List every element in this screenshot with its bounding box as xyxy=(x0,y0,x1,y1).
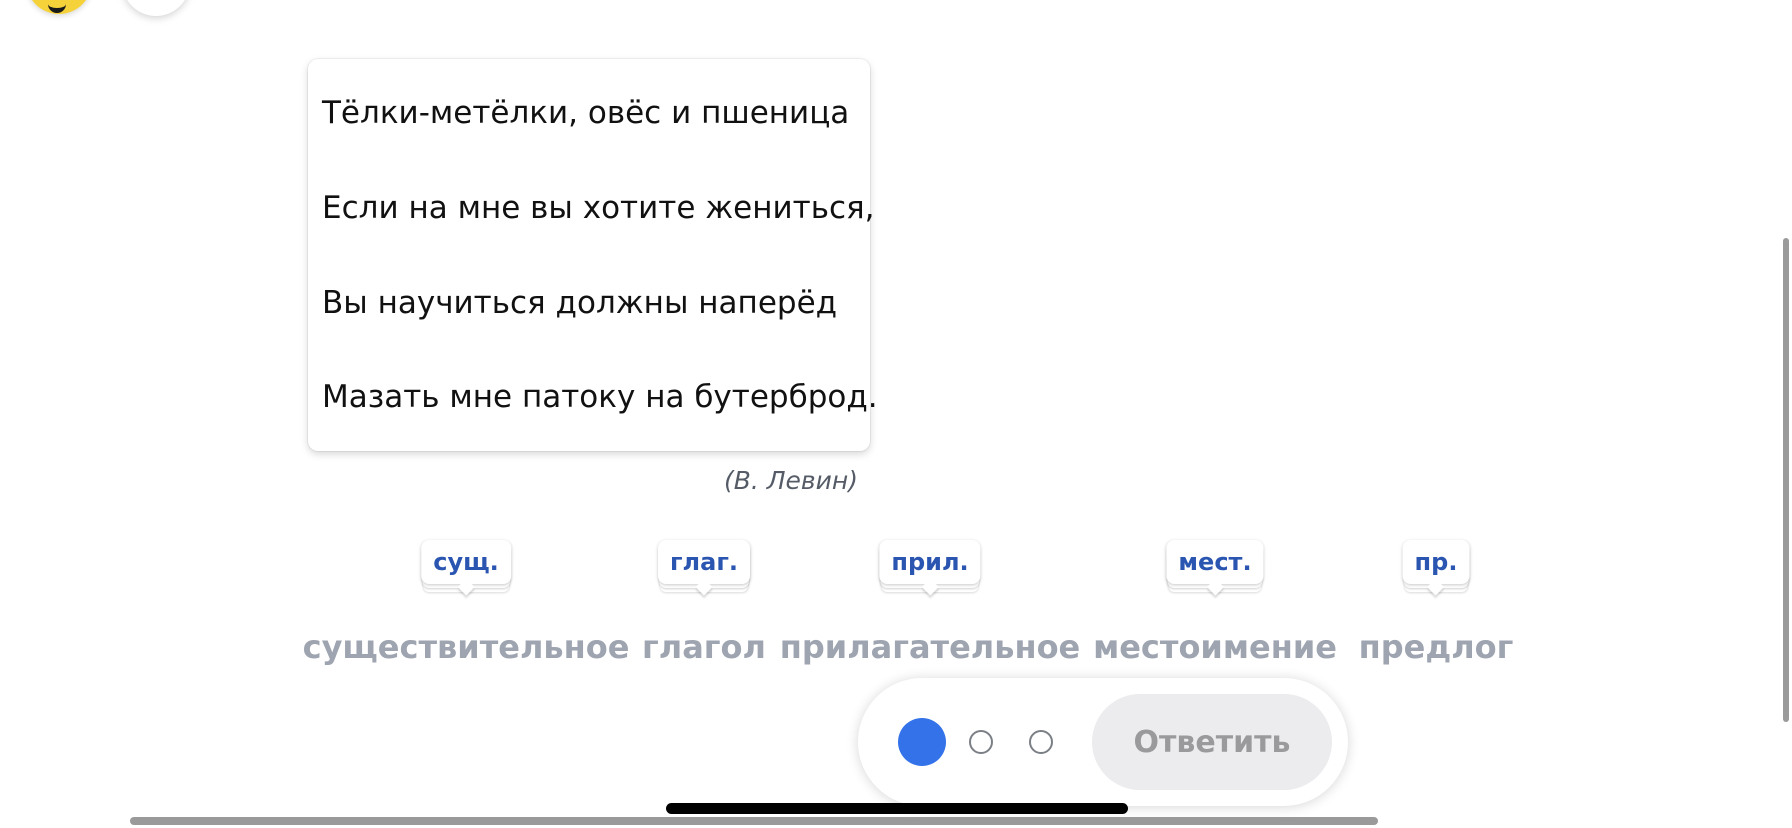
logo-icon xyxy=(48,0,66,13)
answer-controls: Ответить xyxy=(858,678,1348,806)
pos-tag-noun[interactable]: сущ. xyxy=(421,540,511,584)
pos-tag-preposition[interactable]: пр. xyxy=(1402,540,1470,584)
poem-line: Мазать мне патоку на бутерброд. xyxy=(322,379,878,415)
answer-button[interactable]: Ответить xyxy=(1092,694,1332,790)
pos-label-verb: глагол xyxy=(642,628,766,666)
pos-tag-adjective[interactable]: прил. xyxy=(879,540,981,584)
poem-author: (В. Левин) xyxy=(723,466,858,495)
poem-line: Вы научиться должны наперёд xyxy=(322,285,838,321)
pos-tag-verb[interactable]: глаг. xyxy=(658,540,750,584)
app-logo[interactable] xyxy=(26,0,92,14)
pos-label-pronoun: местоимение xyxy=(1093,628,1337,666)
avatar[interactable] xyxy=(122,0,190,16)
vertical-scrollbar[interactable] xyxy=(1783,238,1789,722)
pos-label-noun: существительное xyxy=(302,628,630,666)
home-indicator xyxy=(666,803,1128,814)
poem-line: Если на мне вы хотите жениться, xyxy=(322,190,875,226)
pos-label-preposition: предлог xyxy=(1358,628,1514,666)
step-indicator xyxy=(969,730,993,754)
pos-label-adjective: прилагательное xyxy=(779,628,1081,666)
pos-tag-pronoun[interactable]: мест. xyxy=(1166,540,1264,584)
step-indicator-active xyxy=(898,718,946,766)
horizontal-scrollbar[interactable] xyxy=(130,817,1378,825)
poem-card: Тёлки-метёлки, овёс и пшеница Если на мн… xyxy=(308,59,878,451)
step-indicator xyxy=(1029,730,1053,754)
poem-line: Тёлки-метёлки, овёс и пшеница xyxy=(322,95,850,131)
